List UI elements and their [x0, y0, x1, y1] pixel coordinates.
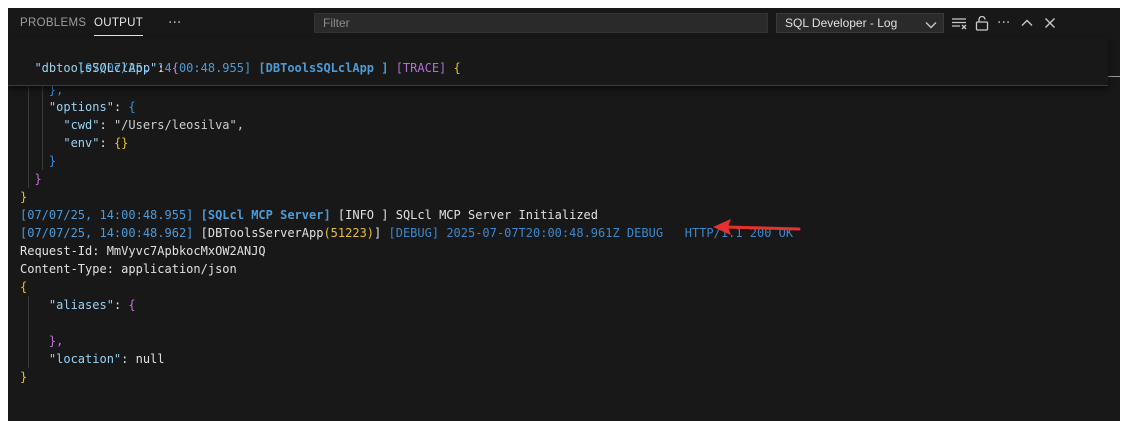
log-header: Content-Type: application/json — [20, 262, 237, 276]
log-line-info: [07/07/25, 14:00:48.955] [SQLcl MCP Serv… — [20, 206, 598, 224]
output-log-content[interactable]: [07/07/25, 14:00:48.955] [DBToolsSQLclAp… — [8, 38, 1120, 421]
log-line: "options": { — [48, 100, 136, 114]
json-key: "aliases" — [48, 298, 114, 312]
overview-ruler-marker — [1108, 76, 1120, 77]
tab-problems[interactable]: PROBLEMS — [20, 8, 86, 38]
indent-guide — [28, 81, 29, 188]
log-level: [INFO ] — [337, 208, 389, 222]
annotation-arrow-icon — [713, 219, 801, 235]
log-line: "env": {} — [63, 136, 129, 150]
log-line: "cwd": "/Users/leosilva", — [63, 118, 244, 132]
log-source: [DBToolsSQLclApp ] — [258, 61, 389, 75]
json-brace: { — [171, 61, 179, 75]
log-line: } — [20, 188, 27, 206]
more-actions-icon[interactable]: ··· — [997, 8, 1010, 38]
maximize-panel-icon[interactable] — [1019, 15, 1035, 31]
output-channel-value: SQL Developer - Log — [785, 16, 898, 30]
indent-guide — [28, 296, 29, 368]
log-message: SQLcl MCP Server Initialized — [395, 208, 599, 222]
log-line: } — [20, 368, 27, 386]
json-brace: }, — [48, 334, 64, 348]
log-level: [TRACE] — [395, 61, 447, 75]
log-line: { — [20, 278, 27, 296]
log-timestamp: [07/07/25, 14:00:48.955] — [20, 208, 194, 222]
log-line-debug: [07/07/25, 14:00:48.962] [DBToolsServerA… — [20, 224, 793, 242]
json-value: {} — [113, 136, 129, 150]
log-source: [SQLcl MCP Server] — [200, 208, 331, 222]
json-key: "location" — [48, 352, 122, 366]
log-level: [DEBUG] — [388, 226, 440, 240]
lock-scroll-icon[interactable] — [974, 15, 990, 31]
log-message: 2025-07-07T20:00:48.961Z DEBUG — [446, 226, 664, 240]
log-timestamp: [07/07/25, 14:00:48.962] — [20, 226, 194, 240]
json-brace: } — [48, 154, 57, 168]
json-key: "options" — [48, 100, 114, 114]
close-panel-icon[interactable] — [1042, 15, 1058, 31]
json-brace: } — [20, 370, 28, 384]
json-key: "env" — [63, 136, 100, 150]
log-header: Request-Id: MmVyvc7ApbkocMxOW2ANJQ — [20, 244, 266, 258]
log-line: "dbtoolsSQLclApp": { — [20, 59, 179, 77]
json-value: "/Users/leosilva", — [113, 118, 244, 132]
json-colon: : — [157, 61, 172, 75]
json-brace: { — [20, 280, 28, 294]
json-brace: } — [20, 190, 28, 204]
log-line: } — [20, 170, 42, 188]
log-line: "location": null — [48, 352, 165, 366]
log-source-close: ] — [374, 226, 382, 240]
json-brace: { — [128, 100, 136, 114]
output-panel: PROBLEMS OUTPUT ··· SQL Developer - Log … — [8, 8, 1120, 421]
tab-overflow-icon[interactable]: ··· — [168, 8, 181, 38]
log-source: [DBToolsServerApp — [200, 226, 324, 240]
json-key: "cwd" — [63, 118, 100, 132]
log-line: Request-Id: MmVyvc7ApbkocMxOW2ANJQ — [20, 242, 266, 260]
tab-output[interactable]: OUTPUT — [94, 8, 144, 38]
log-line: }, — [20, 332, 63, 350]
clear-output-icon[interactable] — [951, 15, 967, 31]
log-line: } — [20, 152, 56, 170]
json-value: null — [135, 352, 165, 366]
json-brace: { — [128, 298, 136, 312]
json-brace: } — [34, 172, 42, 186]
log-line: Content-Type: application/json — [20, 260, 237, 278]
sticky-scroll-header: [07/07/25, 14:00:48.955] [DBToolsSQLclAp… — [8, 38, 1108, 86]
log-pid: (51223) — [323, 226, 375, 240]
output-channel-select[interactable]: SQL Developer - Log — [776, 13, 944, 33]
json-key: "dbtoolsSQLclApp" — [34, 61, 158, 75]
log-line: "aliases": { — [48, 298, 136, 312]
json-brace: { — [453, 61, 461, 75]
chevron-down-icon — [925, 14, 937, 33]
panel-tab-bar: PROBLEMS OUTPUT ··· SQL Developer - Log … — [8, 8, 1120, 38]
filter-input[interactable] — [314, 13, 768, 33]
